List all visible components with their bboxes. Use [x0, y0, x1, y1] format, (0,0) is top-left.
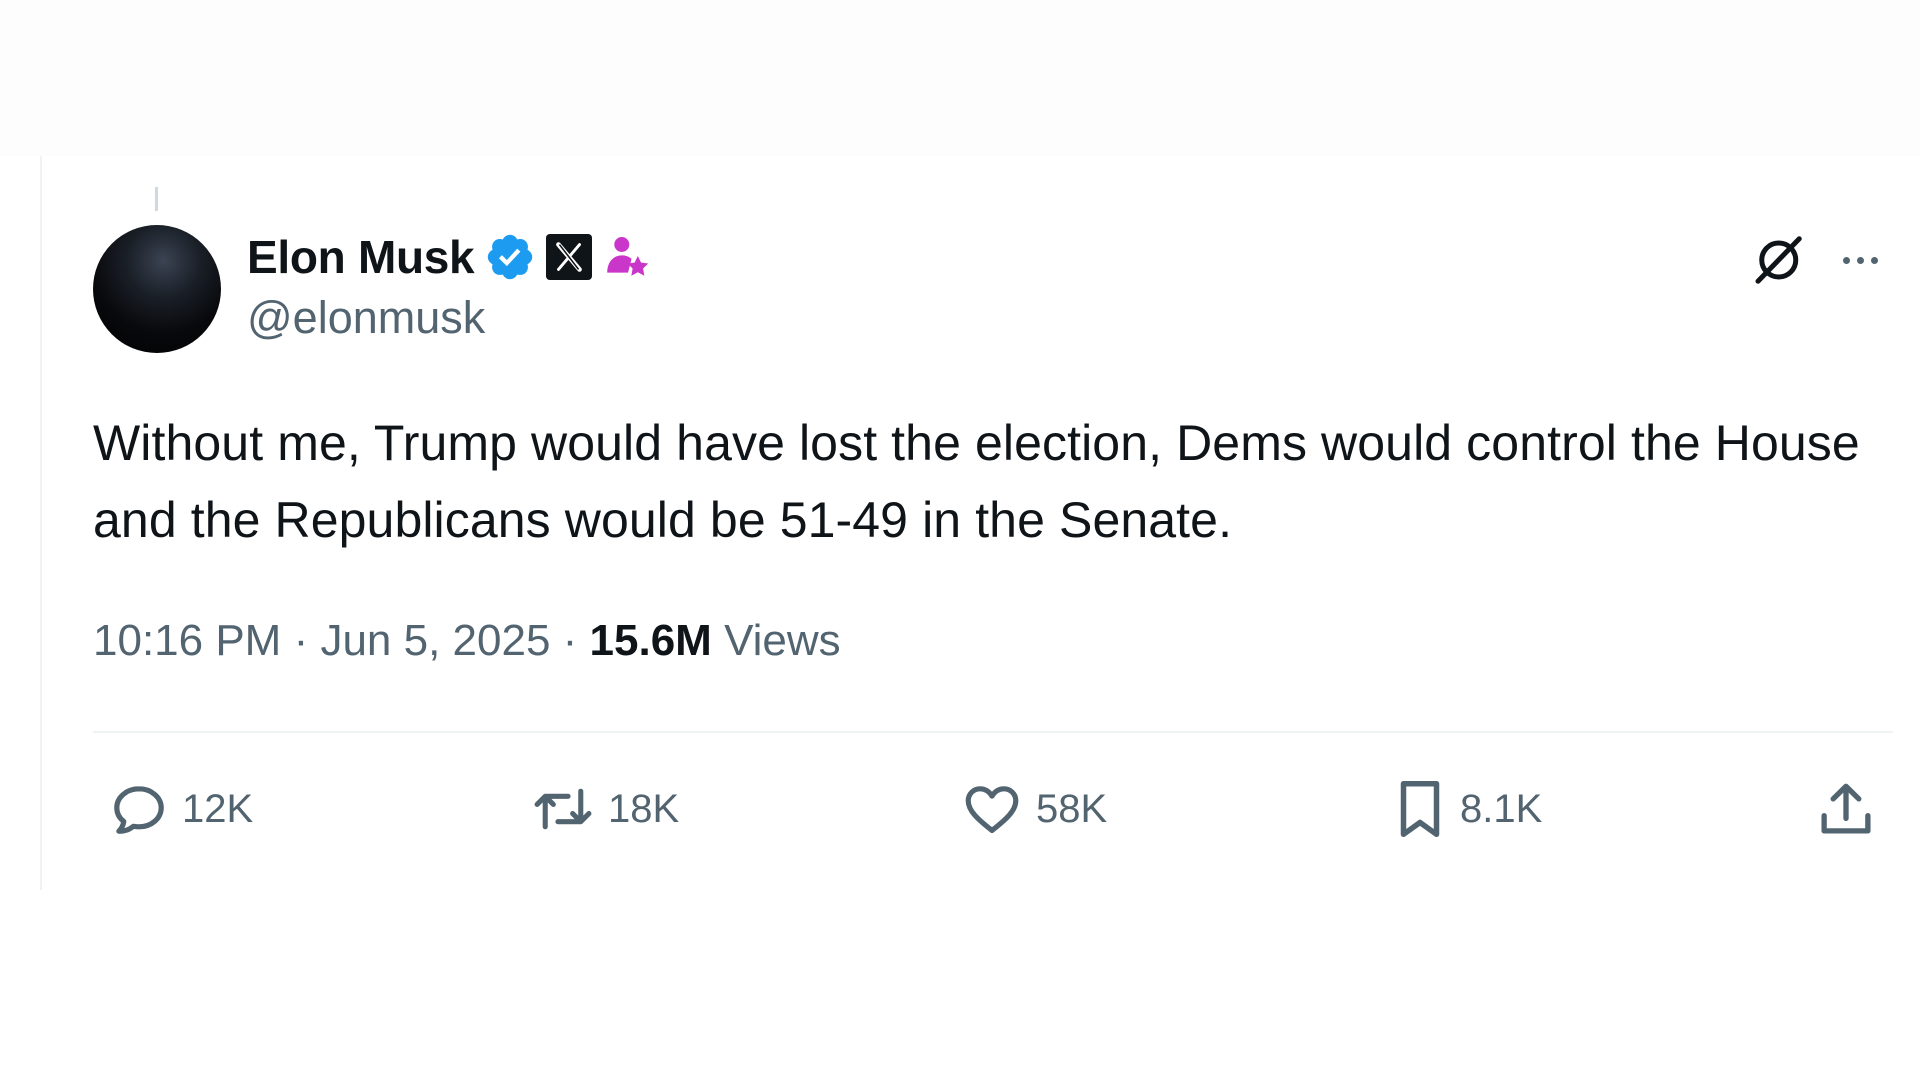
repost-icon — [530, 778, 596, 840]
actions-divider — [93, 731, 1893, 733]
repost-button[interactable]: 18K — [530, 776, 679, 842]
subscriber-star-icon[interactable] — [602, 232, 652, 282]
top-background — [0, 0, 1920, 156]
meta-separator-2: · — [550, 616, 590, 665]
heart-icon — [960, 778, 1024, 840]
share-icon — [1814, 777, 1878, 841]
views-count[interactable]: 15.6M — [590, 616, 712, 665]
like-button[interactable]: 58K — [960, 776, 1107, 842]
more-dot-2 — [1856, 256, 1864, 264]
more-dot-3 — [1870, 256, 1878, 264]
more-dot-1 — [1842, 256, 1850, 264]
like-count: 58K — [1036, 786, 1108, 831]
reply-count: 12K — [182, 786, 254, 831]
tweet-date[interactable]: Jun 5, 2025 — [320, 616, 550, 665]
reply-icon — [108, 778, 170, 840]
bookmark-count: 8.1K — [1460, 786, 1543, 831]
views-label[interactable]: Views — [724, 616, 841, 665]
thread-connector-line — [155, 187, 158, 211]
meta-separator-1: · — [281, 616, 321, 665]
avatar[interactable] — [93, 225, 221, 353]
share-button[interactable] — [1814, 776, 1878, 842]
tweet-canvas: Elon Musk @elonmusk Without me, Trump wo… — [0, 0, 1920, 1080]
more-icon[interactable] — [1830, 232, 1890, 288]
reply-button[interactable]: 12K — [108, 776, 253, 842]
tweet-text: Without me, Trump would have lost the el… — [93, 415, 1860, 548]
tweet-meta: 10:16 PM · Jun 5, 2025 · 15.6M Views — [93, 616, 841, 666]
repost-count: 18K — [608, 786, 680, 831]
bookmark-icon — [1392, 776, 1448, 842]
grok-icon[interactable] — [1748, 230, 1808, 290]
author-name-row: Elon Musk — [247, 228, 652, 286]
verified-badge-icon[interactable] — [484, 231, 536, 283]
tweet-time[interactable]: 10:16 PM — [93, 616, 281, 665]
author-handle[interactable]: @elonmusk — [247, 292, 485, 344]
left-border — [40, 156, 42, 890]
x-affiliate-icon[interactable] — [546, 234, 593, 280]
author-display-name[interactable]: Elon Musk — [247, 230, 475, 284]
bookmark-button[interactable]: 8.1K — [1392, 776, 1542, 842]
